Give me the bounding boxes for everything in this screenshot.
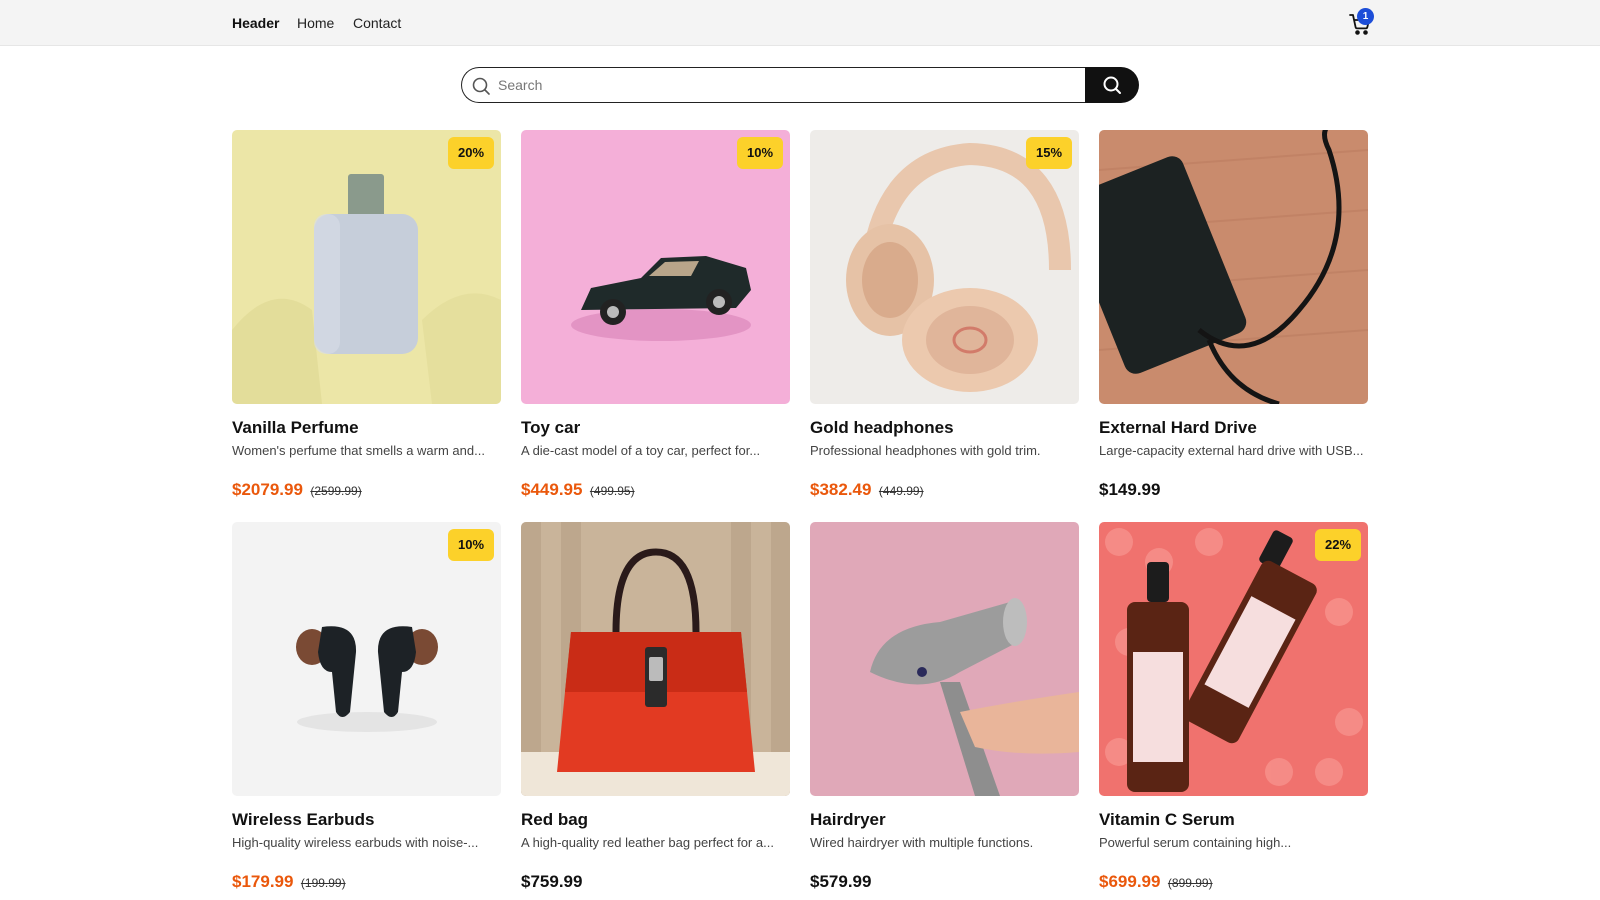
original-price: (2599.99)	[310, 484, 362, 498]
product-card[interactable]: 22% Vitamin C Serum Powerful serum conta…	[1099, 522, 1368, 892]
original-price: (199.99)	[300, 876, 346, 890]
discount-badge: 22%	[1315, 529, 1361, 561]
price: $579.99	[810, 872, 872, 891]
price-row: $149.99	[1099, 480, 1368, 500]
discount-badge: 15%	[1026, 137, 1072, 169]
product-title[interactable]: Red bag	[521, 810, 790, 830]
product-description: Powerful serum containing high...	[1099, 835, 1292, 850]
toy-car-image	[521, 130, 790, 404]
nav-link-contact[interactable]: Contact	[353, 15, 401, 31]
product-description: Professional headphones with gold trim.	[810, 443, 1041, 458]
price-row: $579.99	[810, 872, 1079, 892]
product-image[interactable]: 10%	[521, 130, 790, 404]
product-title[interactable]: Wireless Earbuds	[232, 810, 501, 830]
product-card[interactable]: Hairdryer Wired hairdryer with multiple …	[810, 522, 1079, 892]
product-title[interactable]: Gold headphones	[810, 418, 1079, 438]
product-card[interactable]: 10% Wireless Earbuds High-quality wirele…	[232, 522, 501, 892]
price: $149.99	[1099, 480, 1161, 499]
discount-badge: 10%	[448, 529, 494, 561]
product-title[interactable]: Hairdryer	[810, 810, 1079, 830]
sale-price: $382.49	[810, 480, 872, 499]
red-bag-image	[521, 522, 790, 796]
cart-count-badge: 1	[1357, 8, 1374, 25]
original-price: (899.99)	[1167, 876, 1213, 890]
product-description: Women's perfume that smells a warm and..…	[232, 443, 485, 458]
product-description: High-quality wireless earbuds with noise…	[232, 835, 479, 850]
price: $759.99	[521, 872, 583, 891]
hairdryer-image	[810, 522, 1079, 796]
product-image[interactable]: 15%	[810, 130, 1079, 404]
perfume-bottle-image	[232, 130, 501, 404]
price-row: $449.95 (499.95)	[521, 480, 790, 500]
search-field-wrapper	[461, 67, 1086, 103]
product-image[interactable]: 10%	[232, 522, 501, 796]
price-row: $759.99	[521, 872, 790, 892]
product-card[interactable]: 20% Vanilla Perfume Women's perfume that…	[232, 130, 501, 500]
product-title[interactable]: External Hard Drive	[1099, 418, 1368, 438]
product-title[interactable]: Vanilla Perfume	[232, 418, 501, 438]
product-image[interactable]	[521, 522, 790, 796]
search-icon	[472, 77, 490, 95]
product-image[interactable]	[1099, 130, 1368, 404]
search-input[interactable]	[498, 74, 1078, 96]
sale-price: $699.99	[1099, 872, 1161, 891]
sale-price: $179.99	[232, 872, 294, 891]
product-card[interactable]: External Hard Drive Large-capacity exter…	[1099, 130, 1368, 500]
product-description: Large-capacity external hard drive with …	[1099, 443, 1364, 458]
product-card[interactable]: 15% Gold headphones Professional headpho…	[810, 130, 1079, 500]
search-bar	[461, 67, 1139, 103]
nav-link-home[interactable]: Home	[297, 15, 334, 31]
product-image[interactable]: 20%	[232, 130, 501, 404]
sale-price: $449.95	[521, 480, 583, 499]
product-description: A high-quality red leather bag perfect f…	[521, 835, 774, 850]
sale-price: $2079.99	[232, 480, 303, 499]
hard-drive-image	[1099, 130, 1368, 404]
product-description: Wired hairdryer with multiple functions.	[810, 835, 1034, 850]
discount-badge: 20%	[448, 137, 494, 169]
serum-bottles-image	[1099, 522, 1368, 796]
product-image[interactable]	[810, 522, 1079, 796]
discount-badge: 10%	[737, 137, 783, 169]
product-title[interactable]: Toy car	[521, 418, 790, 438]
headphones-image	[810, 130, 1079, 404]
top-navbar: Header Home Contact 1	[0, 0, 1600, 46]
earbuds-image	[232, 522, 501, 796]
product-title[interactable]: Vitamin C Serum	[1099, 810, 1368, 830]
price-row: $382.49 (449.99)	[810, 480, 1079, 500]
brand-title[interactable]: Header	[232, 15, 279, 31]
original-price: (449.99)	[878, 484, 924, 498]
search-button[interactable]	[1085, 67, 1139, 103]
price-row: $699.99 (899.99)	[1099, 872, 1368, 892]
product-description: A die-cast model of a toy car, perfect f…	[521, 443, 761, 458]
product-card[interactable]: 10% Toy car A die-cast model of a toy ca…	[521, 130, 790, 500]
product-image[interactable]: 22%	[1099, 522, 1368, 796]
original-price: (499.95)	[589, 484, 635, 498]
price-row: $179.99 (199.99)	[232, 872, 501, 892]
product-grid: 20% Vanilla Perfume Women's perfume that…	[232, 130, 1370, 892]
product-card[interactable]: Red bag A high-quality red leather bag p…	[521, 522, 790, 892]
price-row: $2079.99 (2599.99)	[232, 480, 501, 500]
search-icon	[1103, 76, 1121, 94]
